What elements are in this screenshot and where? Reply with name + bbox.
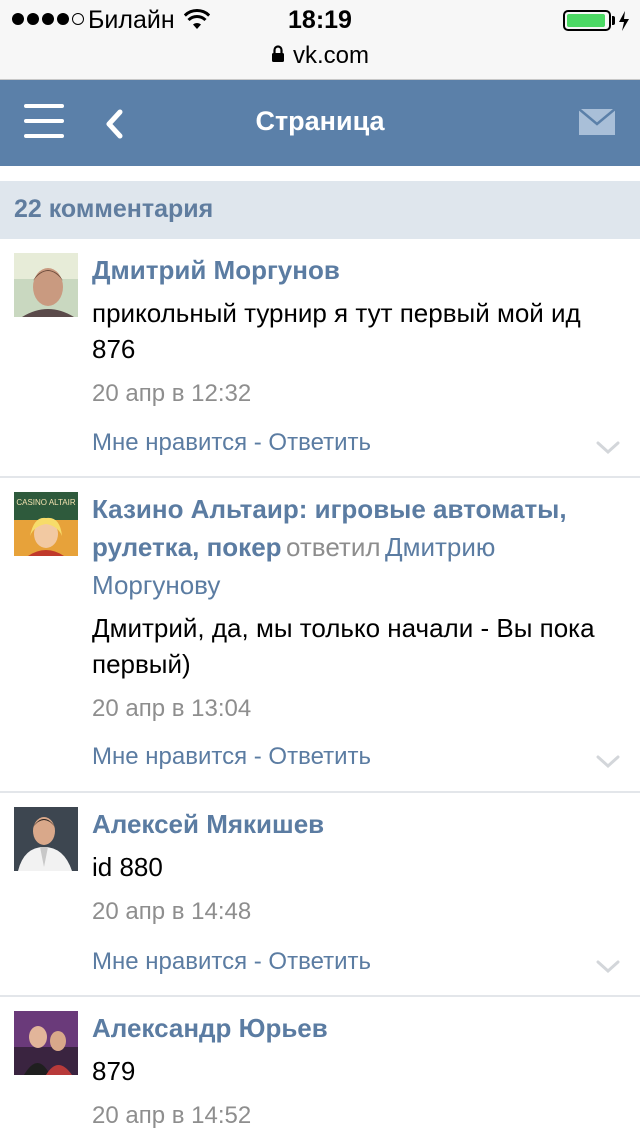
reply-link[interactable]: Ответить: [268, 429, 371, 456]
lock-icon: [271, 42, 285, 70]
status-time: 18:19: [288, 6, 352, 34]
avatar-logo-text: CASINO ALTAIR: [16, 498, 75, 507]
mail-icon[interactable]: [578, 108, 616, 141]
avatar[interactable]: [14, 253, 78, 317]
comment-item: Александр Юрьев 879 20 апр в 14:52: [0, 997, 640, 1136]
like-link[interactable]: Мне нравится: [92, 743, 247, 770]
chevron-down-icon[interactable]: [596, 755, 620, 769]
comment-item: Дмитрий Моргунов прикольный турнир я тут…: [0, 239, 640, 478]
battery-level: [567, 14, 605, 27]
comment-author[interactable]: Александр Юрьев: [92, 1013, 328, 1043]
comment-date: 20 апр в 14:48: [92, 898, 252, 925]
url-bar[interactable]: vk.com: [0, 40, 640, 80]
status-bar: Билайн 18:19: [0, 0, 640, 40]
chevron-down-icon[interactable]: [596, 960, 620, 974]
action-separator: -: [247, 429, 269, 456]
reply-link[interactable]: Ответить: [268, 948, 371, 975]
battery-icon: [563, 10, 611, 31]
comment-author[interactable]: Алексей Мякишев: [92, 809, 324, 839]
avatar[interactable]: [14, 1011, 78, 1075]
comment-date: 20 апр в 12:32: [92, 380, 252, 407]
comment-text: Дмитрий, да, мы только начали - Вы пока …: [92, 613, 595, 679]
avatar[interactable]: CASINO ALTAIR: [14, 492, 78, 556]
reply-link[interactable]: Ответить: [268, 743, 371, 770]
comments-count-bar: 22 комментария: [0, 181, 640, 239]
action-separator: -: [247, 743, 269, 770]
comment-date: 20 апр в 13:04: [92, 695, 252, 722]
comment-item: Алексей Мякишев id 880 20 апр в 14:48 Мн…: [0, 793, 640, 997]
charging-icon: [618, 10, 630, 38]
action-separator: -: [247, 948, 269, 975]
comment-item: CASINO ALTAIR Казино Альтаир: игровые ав…: [0, 478, 640, 793]
comments-count: 22 комментария: [14, 195, 214, 223]
reply-verb: ответил: [286, 532, 381, 562]
comment-text: id 880: [92, 852, 163, 882]
page-title: Страница: [255, 106, 385, 136]
comment-author[interactable]: Дмитрий Моргунов: [92, 255, 340, 285]
comment-date: 20 апр в 14:52: [92, 1102, 252, 1129]
like-link[interactable]: Мне нравится: [92, 429, 247, 456]
avatar[interactable]: [14, 807, 78, 871]
comment-text: прикольный турнир я тут первый мой ид 87…: [92, 298, 581, 364]
chevron-down-icon[interactable]: [596, 441, 620, 455]
comment-text: 879: [92, 1056, 136, 1086]
battery-tip: [612, 16, 615, 25]
like-link[interactable]: Мне нравится: [92, 948, 247, 975]
page-header: Страница: [0, 80, 640, 166]
url-text[interactable]: vk.com: [293, 42, 369, 70]
